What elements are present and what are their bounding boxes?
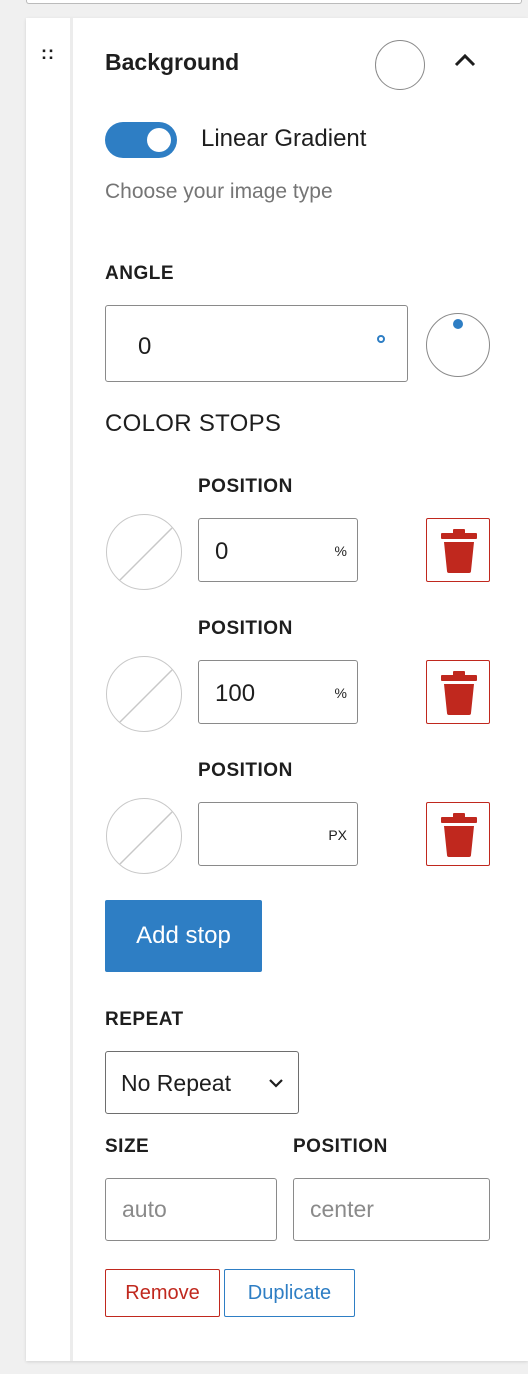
drag-column: :: — [26, 18, 73, 1361]
stop-color-swatch[interactable] — [106, 656, 182, 732]
drag-handle-icon[interactable]: :: — [41, 44, 55, 62]
delete-stop-button[interactable] — [426, 802, 490, 866]
delete-stop-button[interactable] — [426, 518, 490, 582]
stop-unit[interactable]: % — [335, 685, 347, 701]
size-label: SIZE — [105, 1136, 150, 1157]
chevron-up-icon[interactable] — [452, 50, 478, 70]
stop-position-input[interactable]: PX — [198, 802, 358, 866]
trash-icon — [441, 529, 477, 573]
background-panel: :: Background Linear Gradient Choose you… — [26, 18, 528, 1361]
stop-position-input[interactable]: 100 % — [198, 660, 358, 724]
no-color-icon — [118, 668, 174, 724]
stop-position-value: 100 — [215, 680, 256, 707]
linear-gradient-toggle[interactable] — [105, 122, 177, 158]
stop-position-label: POSITION — [198, 760, 293, 781]
size-input[interactable] — [105, 1178, 277, 1241]
no-color-icon — [118, 810, 174, 866]
angle-dial-handle[interactable] — [453, 319, 463, 329]
stop-unit[interactable]: PX — [328, 827, 347, 843]
help-text: Choose your image type — [105, 180, 333, 203]
stop-position-input[interactable]: 0 % — [198, 518, 358, 582]
color-stop: POSITION 100 % — [105, 618, 495, 748]
toggle-label: Linear Gradient — [201, 125, 367, 152]
repeat-selected-value: No Repeat — [121, 1070, 231, 1096]
chevron-down-icon — [269, 1079, 283, 1088]
color-stops-label: COLOR STOPS — [105, 410, 282, 437]
add-stop-button[interactable]: Add stop — [105, 900, 262, 972]
position-label: POSITION — [293, 1136, 388, 1157]
toggle-knob — [147, 128, 171, 152]
repeat-label: REPEAT — [105, 1009, 184, 1030]
angle-value: 0 — [138, 333, 152, 360]
stop-position-value: 0 — [215, 538, 229, 565]
previous-panel-edge — [26, 0, 522, 4]
position-input[interactable] — [293, 1178, 490, 1241]
trash-icon — [441, 671, 477, 715]
stop-color-swatch[interactable] — [106, 798, 182, 874]
no-color-icon — [118, 526, 174, 582]
panel-title: Background — [105, 49, 240, 75]
stop-color-swatch[interactable] — [106, 514, 182, 590]
stop-position-label: POSITION — [198, 476, 293, 497]
duplicate-button[interactable]: Duplicate — [224, 1269, 355, 1317]
color-stop: POSITION PX — [105, 760, 495, 890]
angle-dial[interactable] — [426, 313, 490, 377]
background-color-swatch[interactable] — [375, 40, 425, 90]
stop-position-label: POSITION — [198, 618, 293, 639]
stop-unit[interactable]: % — [335, 543, 347, 559]
angle-input[interactable]: 0 — [105, 305, 408, 382]
color-stop: POSITION 0 % — [105, 476, 495, 606]
trash-icon — [441, 813, 477, 857]
repeat-select[interactable]: No Repeat — [105, 1051, 299, 1114]
delete-stop-button[interactable] — [426, 660, 490, 724]
angle-label: ANGLE — [105, 263, 174, 284]
remove-button[interactable]: Remove — [105, 1269, 220, 1317]
degree-icon — [377, 335, 385, 343]
